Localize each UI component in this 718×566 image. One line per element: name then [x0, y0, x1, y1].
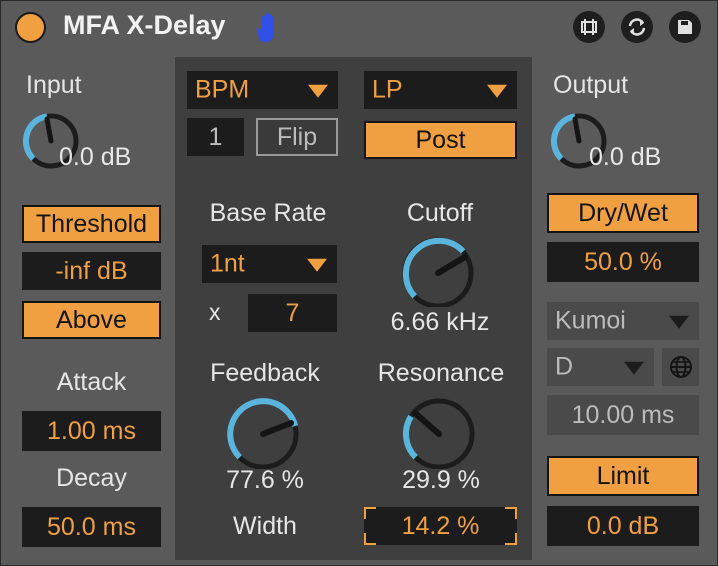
device: MFA X-Delay Input 0.0 dB Threshold -inf … — [0, 0, 718, 566]
attack-value[interactable]: 1.00 ms — [22, 411, 161, 451]
filter-type-value: LP — [372, 75, 403, 104]
cutoff-knob[interactable] — [397, 231, 479, 309]
width-value[interactable]: 14.2 % — [364, 507, 517, 545]
filter-type-dropdown[interactable]: LP — [364, 71, 517, 109]
feedback-label: Feedback — [210, 359, 320, 387]
fold-icon[interactable] — [573, 11, 605, 43]
cutoff-value: 6.66 kHz — [390, 308, 490, 336]
multiplier-field[interactable]: 7 — [248, 294, 337, 332]
number-field[interactable]: 1 — [187, 118, 244, 156]
device-titlebar: MFA X-Delay — [1, 1, 717, 51]
swap-icon[interactable] — [621, 11, 653, 43]
drywet-button[interactable]: Dry/Wet — [547, 193, 699, 233]
chevron-down-icon — [669, 315, 689, 329]
chevron-down-icon — [308, 84, 328, 98]
output-value: 0.0 dB — [589, 143, 662, 171]
decay-label: Decay — [56, 464, 127, 492]
limit-button[interactable]: Limit — [547, 456, 699, 496]
chevron-down-icon — [307, 258, 327, 272]
globe-icon[interactable] — [662, 348, 699, 386]
base-rate-dropdown[interactable]: 1nt — [202, 245, 337, 283]
decay-value[interactable]: 50.0 ms — [22, 507, 161, 547]
threshold-button[interactable]: Threshold — [22, 205, 161, 243]
above-button[interactable]: Above — [22, 301, 161, 339]
scale-dropdown[interactable]: Kumoi — [547, 302, 699, 340]
limit-value[interactable]: 0.0 dB — [547, 506, 699, 546]
save-icon[interactable] — [669, 11, 701, 43]
time-value[interactable]: 10.00 ms — [547, 395, 699, 435]
attack-label: Attack — [56, 368, 127, 396]
output-label: Output — [553, 71, 629, 99]
chevron-down-icon — [487, 84, 507, 98]
drywet-value[interactable]: 50.0 % — [547, 242, 699, 282]
key-dropdown[interactable]: D — [547, 348, 654, 386]
hand-icon[interactable] — [251, 11, 283, 45]
chevron-down-icon — [624, 361, 644, 375]
post-button[interactable]: Post — [364, 121, 517, 159]
device-title: MFA X-Delay — [63, 10, 226, 40]
resonance-value: 29.9 % — [402, 466, 480, 494]
width-label: Width — [233, 512, 297, 540]
scale-value: Kumoi — [555, 306, 626, 335]
threshold-value[interactable]: -inf dB — [22, 252, 161, 290]
sync-mode-value: BPM — [195, 75, 250, 104]
input-label: Input — [26, 71, 82, 99]
feedback-knob[interactable] — [223, 391, 307, 470]
flip-button[interactable]: Flip — [256, 118, 338, 156]
cutoff-label: Cutoff — [406, 199, 474, 227]
base-rate-value: 1nt — [210, 249, 245, 278]
resonance-label: Resonance — [377, 359, 505, 387]
base-rate-label: Base Rate — [209, 199, 327, 227]
sync-mode-dropdown[interactable]: BPM — [187, 71, 338, 109]
feedback-value: 77.6 % — [226, 466, 304, 494]
power-icon[interactable] — [15, 12, 46, 43]
key-value: D — [555, 352, 574, 381]
resonance-knob[interactable] — [399, 391, 483, 470]
multiplier-symbol: x — [209, 299, 221, 325]
input-value: 0.0 dB — [59, 143, 132, 171]
